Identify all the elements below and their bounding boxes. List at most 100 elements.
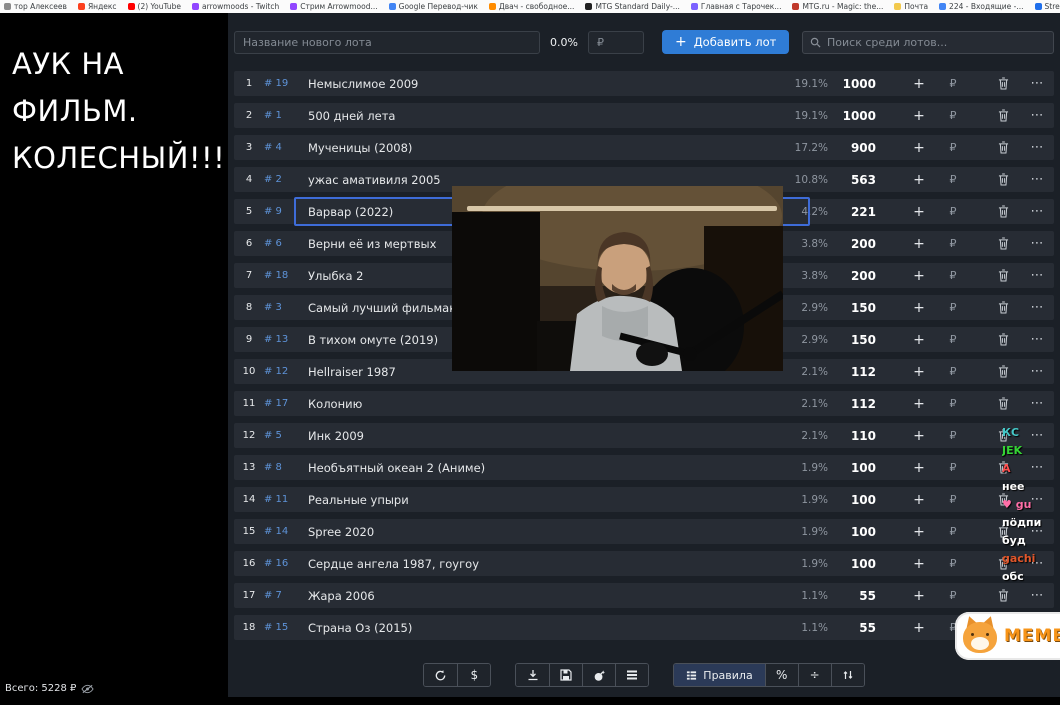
add-amount-button[interactable]: +: [902, 300, 936, 316]
bookmark-item[interactable]: MTG Standard Daily-...: [585, 2, 680, 11]
lot-row[interactable]: 1 # 19 Немыслимое 2009 19.1% 1000 + ₽ ⋯: [234, 71, 1054, 96]
add-amount-button[interactable]: +: [902, 524, 936, 540]
percent-mode-button[interactable]: %: [764, 664, 798, 686]
delete-lot-button[interactable]: [986, 173, 1020, 186]
currency-button[interactable]: ₽: [936, 493, 970, 506]
add-lot-button[interactable]: + Добавить лот: [661, 30, 790, 54]
download-button[interactable]: [516, 664, 550, 686]
delete-lot-button[interactable]: [986, 109, 1020, 122]
currency-button[interactable]: ₽: [936, 525, 970, 538]
currency-button[interactable]: ₽: [936, 109, 970, 122]
add-amount-button[interactable]: +: [902, 492, 936, 508]
add-amount-button[interactable]: +: [902, 268, 936, 284]
lot-name[interactable]: Жара 2006: [308, 589, 375, 603]
lot-row[interactable]: 2 # 1 500 дней лета 19.1% 1000 + ₽ ⋯: [234, 103, 1054, 128]
lot-menu-button[interactable]: ⋯: [1020, 76, 1054, 91]
lot-name[interactable]: Верни её из мертвых: [308, 237, 436, 251]
lot-menu-button[interactable]: ⋯: [1020, 204, 1054, 219]
history-list-button[interactable]: [615, 664, 649, 686]
add-amount-button[interactable]: +: [902, 236, 936, 252]
sort-button[interactable]: [830, 664, 864, 686]
lot-row[interactable]: 14 # 11 Реальные упыри 1.9% 100 + ₽ ⋯: [234, 487, 1054, 512]
delete-lot-button[interactable]: [986, 301, 1020, 314]
currency-button[interactable]: ₽: [936, 461, 970, 474]
lot-name[interactable]: Страна Оз (2015): [308, 621, 412, 635]
add-amount-button[interactable]: +: [902, 428, 936, 444]
delete-lot-button[interactable]: [986, 269, 1020, 282]
lot-name[interactable]: В тихом омуте (2019): [308, 333, 438, 347]
lot-amount[interactable]: 112: [830, 397, 876, 411]
delete-lot-button[interactable]: [986, 589, 1020, 602]
currency-button[interactable]: ₽: [936, 205, 970, 218]
lot-search[interactable]: [802, 30, 1054, 54]
lot-menu-button[interactable]: ⋯: [1020, 396, 1054, 411]
add-amount-button[interactable]: +: [902, 396, 936, 412]
spin-wheel-button[interactable]: [424, 664, 458, 686]
delete-lot-button[interactable]: [986, 205, 1020, 218]
lot-amount[interactable]: 112: [830, 365, 876, 379]
lot-name[interactable]: ужас амативиля 2005: [308, 173, 441, 187]
lot-name[interactable]: Spree 2020: [308, 525, 374, 539]
rules-button[interactable]: Правила: [674, 664, 765, 686]
divide-mode-button[interactable]: ÷: [797, 664, 831, 686]
lot-menu-button[interactable]: ⋯: [1020, 364, 1054, 379]
lot-row[interactable]: 17 # 7 Жара 2006 1.1% 55 + ₽ ⋯: [234, 583, 1054, 608]
lot-amount[interactable]: 1000: [830, 109, 876, 123]
lot-row[interactable]: 12 # 5 Инк 2009 2.1% 110 + ₽ ⋯: [234, 423, 1054, 448]
add-amount-button[interactable]: +: [902, 364, 936, 380]
lot-amount[interactable]: 1000: [830, 77, 876, 91]
lot-name[interactable]: Самый лучший фильмак: [308, 301, 456, 315]
lot-amount[interactable]: 55: [830, 621, 876, 635]
add-amount-button[interactable]: +: [902, 108, 936, 124]
lot-name[interactable]: Необъятный океан 2 (Аниме): [308, 461, 485, 475]
lot-row[interactable]: 11 # 17 Колонию 2.1% 112 + ₽ ⋯: [234, 391, 1054, 416]
currency-mode-button[interactable]: $: [457, 664, 491, 686]
currency-button[interactable]: ₽: [936, 333, 970, 346]
lot-menu-button[interactable]: ⋯: [1020, 108, 1054, 123]
lot-search-input[interactable]: [827, 35, 1046, 49]
currency-button[interactable]: ₽: [936, 173, 970, 186]
new-lot-amount-input[interactable]: [587, 30, 644, 54]
lot-amount[interactable]: 563: [830, 173, 876, 187]
lot-name[interactable]: Улыбка 2: [308, 269, 364, 283]
lot-name[interactable]: Инк 2009: [308, 429, 364, 443]
delete-lot-button[interactable]: [986, 397, 1020, 410]
lot-amount[interactable]: 55: [830, 589, 876, 603]
lot-row[interactable]: 13 # 8 Необъятный океан 2 (Аниме) 1.9% 1…: [234, 455, 1054, 480]
save-button[interactable]: [549, 664, 583, 686]
lot-row[interactable]: 16 # 16 Сердце ангела 1987, гоугоу 1.9% …: [234, 551, 1054, 576]
lot-name[interactable]: Мученицы (2008): [308, 141, 412, 155]
bookmark-item[interactable]: Двач - свободное...: [488, 2, 574, 11]
lot-amount[interactable]: 200: [830, 269, 876, 283]
clear-all-button[interactable]: [582, 664, 616, 686]
delete-lot-button[interactable]: [986, 365, 1020, 378]
lot-name[interactable]: 500 дней лета: [308, 109, 395, 123]
currency-button[interactable]: ₽: [936, 429, 970, 442]
add-amount-button[interactable]: +: [902, 620, 936, 636]
bookmark-item[interactable]: arrowmoods - Twitch: [192, 2, 279, 11]
lot-amount[interactable]: 100: [830, 493, 876, 507]
lot-amount[interactable]: 900: [830, 141, 876, 155]
lot-name[interactable]: Немыслимое 2009: [308, 77, 418, 91]
lot-amount[interactable]: 150: [830, 333, 876, 347]
currency-button[interactable]: ₽: [936, 589, 970, 602]
lot-amount[interactable]: 150: [830, 301, 876, 315]
lot-menu-button[interactable]: ⋯: [1020, 268, 1054, 283]
add-amount-button[interactable]: +: [902, 556, 936, 572]
bookmark-item[interactable]: MTG.ru - Magic: the...: [792, 2, 883, 11]
add-amount-button[interactable]: +: [902, 140, 936, 156]
delete-lot-button[interactable]: [986, 237, 1020, 250]
lot-name[interactable]: Варвар (2022): [308, 205, 393, 219]
lot-row[interactable]: 18 # 15 Страна Оз (2015) 1.1% 55 + ₽ ⋯: [234, 615, 1054, 640]
delete-lot-button[interactable]: [986, 141, 1020, 154]
add-amount-button[interactable]: +: [902, 588, 936, 604]
currency-button[interactable]: ₽: [936, 269, 970, 282]
new-lot-name-input[interactable]: [234, 30, 540, 54]
currency-button[interactable]: ₽: [936, 301, 970, 314]
currency-button[interactable]: ₽: [936, 141, 970, 154]
delete-lot-button[interactable]: [986, 333, 1020, 346]
add-amount-button[interactable]: +: [902, 460, 936, 476]
bookmark-item[interactable]: StreamElements - S...: [1034, 2, 1060, 11]
lot-menu-button[interactable]: ⋯: [1020, 300, 1054, 315]
currency-button[interactable]: ₽: [936, 237, 970, 250]
